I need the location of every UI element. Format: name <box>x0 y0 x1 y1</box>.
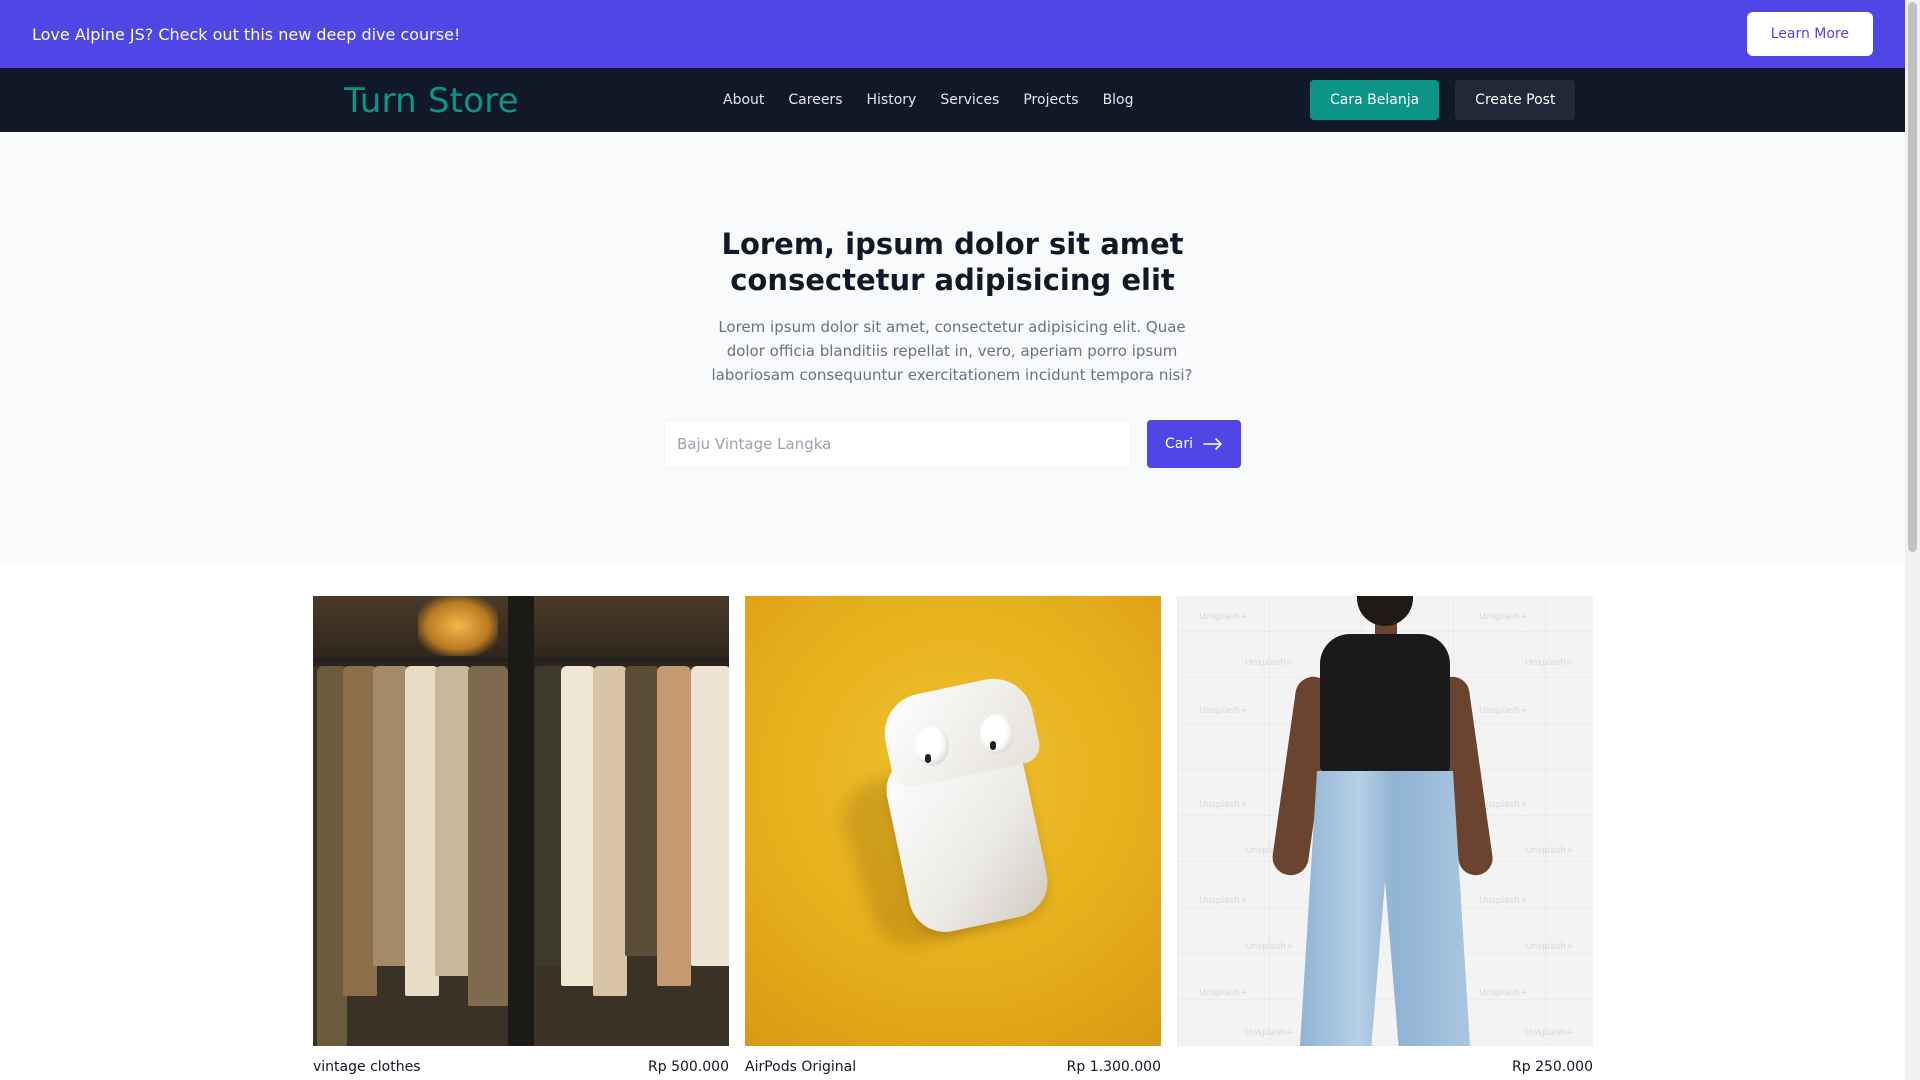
cara-belanja-button[interactable]: Cara Belanja <box>1310 80 1440 120</box>
image-watermark: Unsplash+ <box>1525 846 1574 856</box>
search-button-label: Cari <box>1165 436 1193 452</box>
product-name[interactable]: AirPods Original <box>745 1059 856 1075</box>
product-card[interactable]: AirPods Original Rp 1.300.000 <box>745 596 1161 1075</box>
nav-link-about[interactable]: About <box>723 92 764 108</box>
product-info: Rp 250.000 <box>1177 1059 1593 1075</box>
announcement-banner: Love Alpine JS? Check out this new deep … <box>0 0 1905 68</box>
page-scrollbar[interactable] <box>1905 0 1920 1080</box>
logo[interactable]: Turn Store <box>344 81 519 121</box>
hero-title-line-1: Lorem, ipsum dolor sit amet <box>721 227 1184 261</box>
hero-title-line-2: consectetur adipisicing elit <box>730 263 1175 297</box>
product-price: Rp 500.000 <box>648 1059 729 1075</box>
product-price: Rp 1.300.000 <box>1066 1059 1161 1075</box>
learn-more-button[interactable]: Learn More <box>1746 12 1873 56</box>
navbar: Turn Store About Careers History Service… <box>0 68 1905 132</box>
product-grid: vintage clothes Rp 500.000 AirPods Origi… <box>313 596 1593 1075</box>
image-watermark: Unsplash+ <box>1479 896 1528 906</box>
nav-link-services[interactable]: Services <box>940 92 999 108</box>
search-input[interactable] <box>664 420 1131 468</box>
nav-links: About Careers History Services Projects … <box>723 68 1134 132</box>
image-watermark: Unsplash+ <box>1199 800 1248 810</box>
product-info: AirPods Original Rp 1.300.000 <box>745 1059 1161 1075</box>
image-watermark: Unsplash+ <box>1199 706 1248 716</box>
hero-title: Lorem, ipsum dolor sit amet consectetur … <box>0 226 1905 298</box>
create-post-button[interactable]: Create Post <box>1455 80 1576 120</box>
image-watermark: Unsplash+ <box>1199 896 1248 906</box>
product-card[interactable]: Unsplash+ Unsplash+ Unsplash+ Unsplash+ … <box>1177 596 1593 1075</box>
image-watermark: Unsplash+ <box>1245 1028 1294 1038</box>
image-watermark: Unsplash+ <box>1479 988 1528 998</box>
scrollbar-thumb[interactable] <box>1908 2 1917 552</box>
image-watermark: Unsplash+ <box>1245 658 1294 668</box>
product-name[interactable]: vintage clothes <box>313 1059 421 1075</box>
image-watermark: Unsplash+ <box>1245 942 1294 952</box>
image-watermark: Unsplash+ <box>1479 612 1528 622</box>
arrow-right-icon <box>1203 438 1222 450</box>
banner-text: Love Alpine JS? Check out this new deep … <box>32 24 461 44</box>
nav-link-projects[interactable]: Projects <box>1023 92 1078 108</box>
product-card[interactable]: vintage clothes Rp 500.000 <box>313 596 729 1075</box>
model-jeans-photo[interactable]: Unsplash+ Unsplash+ Unsplash+ Unsplash+ … <box>1177 596 1593 1046</box>
product-price: Rp 250.000 <box>1512 1059 1593 1075</box>
hero-description: Lorem ipsum dolor sit amet, consectetur … <box>711 318 1193 384</box>
image-watermark: Unsplash+ <box>1525 942 1574 952</box>
nav-link-blog[interactable]: Blog <box>1103 92 1134 108</box>
image-watermark: Unsplash+ <box>1199 988 1248 998</box>
image-watermark: Unsplash+ <box>1525 658 1574 668</box>
product-info: vintage clothes Rp 500.000 <box>313 1059 729 1075</box>
clothes-rack-photo[interactable] <box>313 596 729 1046</box>
airpods-photo[interactable] <box>745 596 1161 1046</box>
image-watermark: Unsplash+ <box>1479 800 1528 810</box>
image-watermark: Unsplash+ <box>1525 1028 1574 1038</box>
nav-link-careers[interactable]: Careers <box>788 92 842 108</box>
hero-section: Lorem, ipsum dolor sit amet consectetur … <box>0 132 1905 565</box>
search-button[interactable]: Cari <box>1147 420 1241 468</box>
nav-actions: Cara Belanja Create Post <box>1310 80 1576 120</box>
nav-link-history[interactable]: History <box>867 92 917 108</box>
image-watermark: Unsplash+ <box>1479 706 1528 716</box>
image-watermark: Unsplash+ <box>1199 612 1248 622</box>
